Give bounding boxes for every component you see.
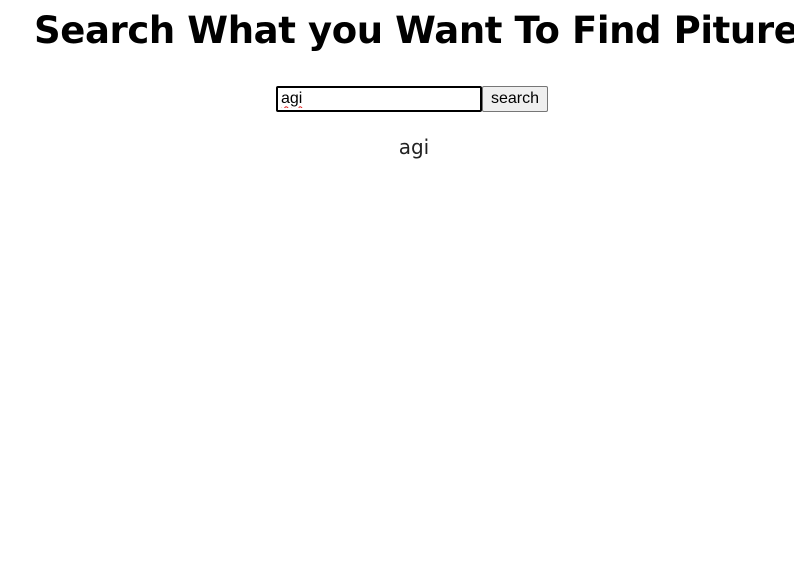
page-title: Search What you Want To Find Pitures <box>34 9 794 52</box>
search-result-text: agi <box>398 135 430 159</box>
search-page: Search What you Want To Find Pitures sea… <box>0 0 794 588</box>
search-bar: search <box>276 85 549 112</box>
search-input[interactable] <box>276 85 482 112</box>
search-button[interactable]: search <box>482 85 549 112</box>
